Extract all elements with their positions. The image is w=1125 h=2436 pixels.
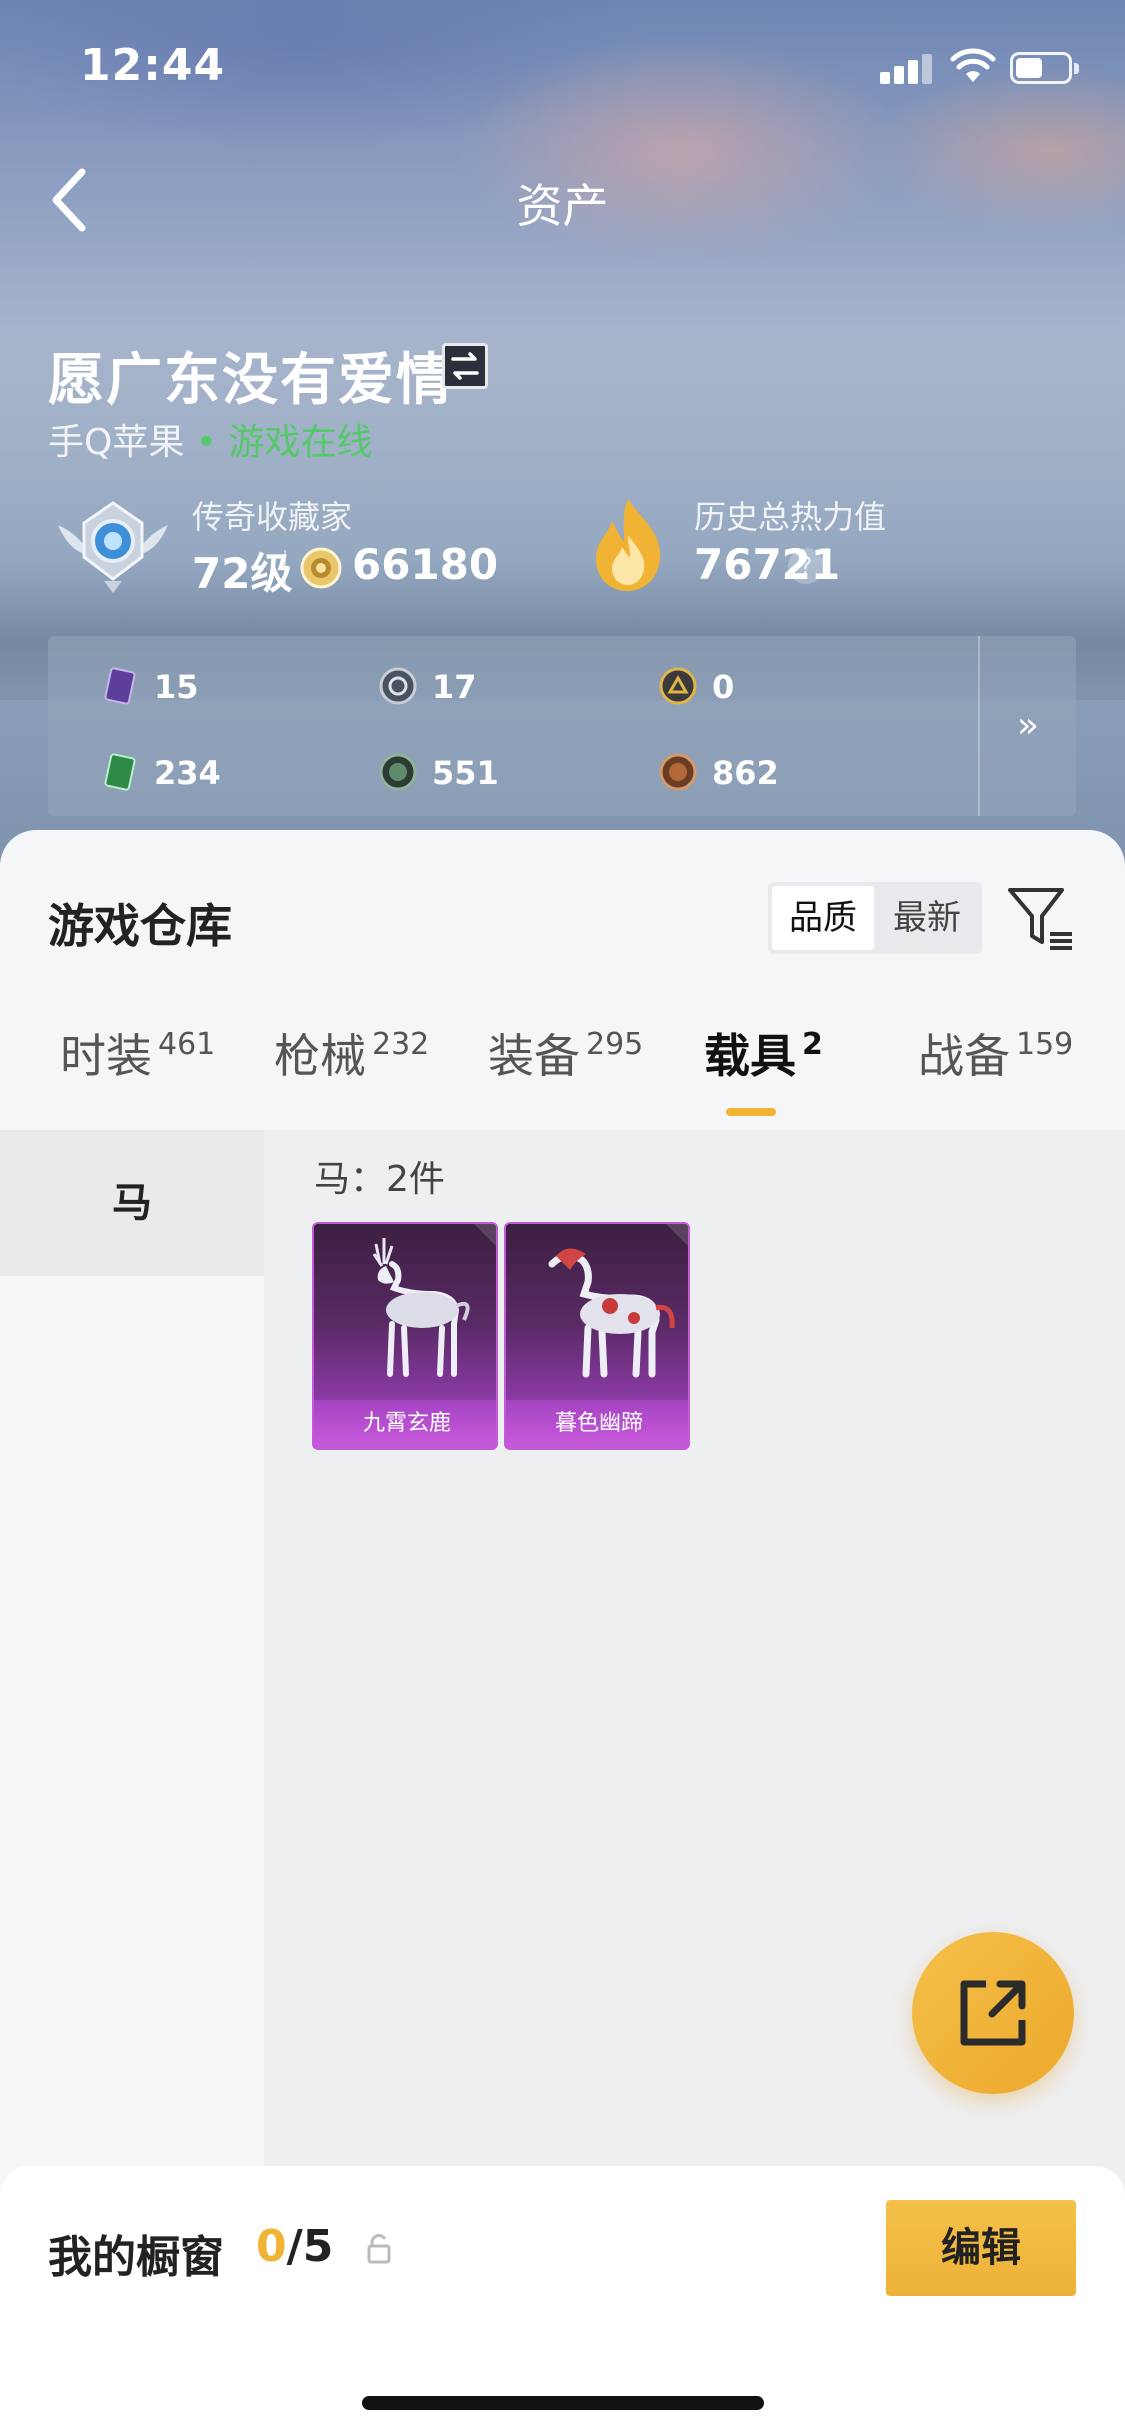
collector-rank-badge-icon (58, 501, 168, 593)
platform-name: 手Q苹果 (48, 422, 185, 463)
page-title: 资产 (516, 179, 609, 233)
showcase-total: /5 (286, 2221, 334, 2272)
tab-fashion[interactable]: 时装 461 (60, 1020, 215, 1086)
tab-label: 枪械 (274, 1029, 366, 1083)
switch-account-button[interactable] (442, 343, 488, 389)
item-card[interactable]: 九霄玄鹿 (312, 1222, 498, 1450)
tab-count: 232 (372, 1027, 430, 1062)
tab-count: 159 (1016, 1027, 1074, 1062)
stat-value: 0 (712, 668, 735, 706)
sort-toggle: 品质 最新 (768, 882, 982, 954)
edit-button[interactable]: 编辑 (886, 2200, 1076, 2296)
wifi-icon (950, 48, 996, 82)
username: 愿广东没有爱情 (48, 348, 454, 413)
showcase-count: 0/5 (256, 2221, 333, 2272)
share-button[interactable] (912, 1932, 1074, 2094)
bronze-coin-icon (659, 753, 697, 791)
stat-value: 17 (432, 668, 477, 706)
sidebar-item-horse[interactable]: 马 (0, 1130, 264, 1276)
online-status: 游戏在线 (228, 422, 373, 463)
collector-level: 72级 (192, 549, 293, 598)
tab-count: 461 (158, 1027, 216, 1062)
level-divider (284, 550, 286, 590)
tab-label: 载具 (704, 1029, 796, 1083)
flame-icon (596, 499, 661, 591)
tab-count: 295 (586, 1027, 644, 1062)
group-title: 马：2件 (314, 1159, 445, 1200)
tab-label: 装备 (488, 1029, 580, 1083)
home-indicator (362, 2396, 764, 2410)
category-tabs: 时装 461 枪械 232 装备 295 载具 2 战备 159 (0, 1020, 1125, 1120)
purple-card-icon (104, 667, 136, 705)
sort-newest-option[interactable]: 最新 (876, 886, 978, 950)
tab-equipment[interactable]: 装备 295 (488, 1020, 643, 1086)
online-dot: • (195, 422, 218, 463)
card-corner (474, 1224, 496, 1246)
collector-title: 传奇收藏家 (192, 498, 353, 536)
heat-title: 历史总热力值 (694, 498, 887, 536)
collection-coin-value: 66180 (352, 540, 499, 589)
lock-icon (367, 2234, 391, 2264)
help-icon[interactable]: ? (788, 548, 824, 584)
gold-coin-icon (659, 667, 697, 705)
collection-coin-icon (300, 547, 342, 589)
tab-label: 时装 (60, 1029, 152, 1083)
active-tab-indicator (726, 1108, 776, 1116)
silver-coin-icon (379, 667, 417, 705)
stat-value: 862 (712, 754, 779, 792)
status-bar: 12:44 (0, 0, 1125, 135)
tab-vehicles[interactable]: 载具 2 (704, 1020, 823, 1086)
card-corner (666, 1224, 688, 1246)
showcase-label: 我的橱窗 (48, 2232, 224, 2283)
showcase-current: 0 (256, 2221, 287, 2272)
stats-more-button[interactable]: » (978, 636, 1076, 816)
item-name: 暮色幽蹄 (506, 1400, 688, 1448)
stat-value: 15 (154, 668, 199, 706)
status-time: 12:44 (80, 40, 226, 91)
battery-icon (1010, 52, 1080, 84)
tab-combat-gear[interactable]: 战备 159 (918, 1020, 1073, 1086)
tab-label: 战备 (918, 1029, 1010, 1083)
horse-mount-icon (548, 1248, 675, 1378)
deer-mount-icon (372, 1238, 470, 1377)
stat-value: 551 (432, 754, 499, 792)
share-external-icon (960, 1980, 1026, 2046)
asset-stats-panel: 15 17 0 234 551 862 » (48, 636, 1076, 816)
warehouse-title: 游戏仓库 (48, 899, 232, 953)
platform-line: 手Q苹果 • 游戏在线 (48, 413, 373, 465)
tab-firearms[interactable]: 枪械 232 (274, 1020, 429, 1086)
item-name: 九霄玄鹿 (314, 1400, 496, 1448)
green-card-icon (104, 753, 136, 791)
green-coin-icon (379, 753, 417, 791)
item-card[interactable]: 暮色幽蹄 (504, 1222, 690, 1450)
sort-quality-option[interactable]: 品质 (772, 886, 874, 950)
filter-icon[interactable] (1006, 884, 1076, 954)
stat-value: 234 (154, 754, 221, 792)
cellular-signal-icon (880, 52, 934, 84)
tab-count: 2 (802, 1027, 823, 1062)
swap-arrows-icon (451, 352, 479, 380)
